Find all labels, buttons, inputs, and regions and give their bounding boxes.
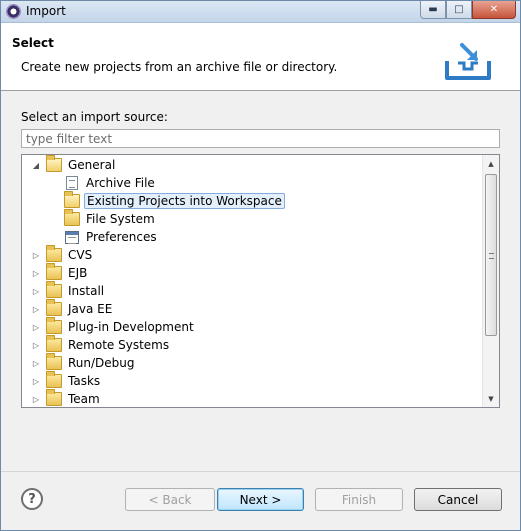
window-controls: ▬ □ ✕ bbox=[420, 1, 516, 19]
folder-icon bbox=[46, 245, 62, 262]
scroll-down-icon[interactable]: ▼ bbox=[483, 390, 499, 407]
expand-icon[interactable]: ▷ bbox=[30, 357, 42, 369]
minimize-button[interactable]: ▬ bbox=[420, 1, 446, 19]
folder-icon bbox=[64, 209, 80, 226]
tree-item-preferences[interactable]: Preferences bbox=[64, 228, 159, 246]
tree-item-label: Remote Systems bbox=[68, 338, 170, 352]
tree-item-cvs[interactable]: ▷ CVS bbox=[30, 245, 94, 264]
tree-item-install[interactable]: ▷ Install bbox=[30, 281, 106, 300]
tree-item-label: Java EE bbox=[68, 302, 113, 316]
tree-item-general[interactable]: ◢ General bbox=[30, 155, 117, 174]
tree-item-tasks[interactable]: ▷ Tasks bbox=[30, 371, 102, 390]
folder-icon bbox=[46, 353, 62, 370]
folder-icon bbox=[46, 371, 62, 388]
tree-item-run-debug[interactable]: ▷ Run/Debug bbox=[30, 353, 137, 372]
tree-item-existing-projects[interactable]: Existing Projects into Workspace bbox=[64, 191, 285, 210]
tree-item-ejb[interactable]: ▷ EJB bbox=[30, 263, 89, 282]
folder-icon bbox=[46, 299, 62, 316]
preferences-icon bbox=[65, 230, 79, 244]
tree-item-label: Preferences bbox=[86, 230, 157, 244]
tree-item-label: EJB bbox=[68, 266, 88, 280]
close-button[interactable]: ✕ bbox=[472, 1, 516, 19]
tree-item-java-ee[interactable]: ▷ Java EE bbox=[30, 299, 114, 318]
expand-icon[interactable]: ▷ bbox=[30, 393, 42, 405]
scroll-up-icon[interactable]: ▲ bbox=[483, 155, 499, 172]
import-tray-icon bbox=[445, 43, 491, 80]
folder-icon bbox=[46, 317, 62, 334]
tree-item-team[interactable]: ▷ Team bbox=[30, 389, 102, 407]
folder-icon bbox=[46, 281, 62, 298]
expand-icon[interactable]: ▷ bbox=[30, 249, 42, 261]
window-title: Import bbox=[26, 4, 66, 18]
maximize-icon: □ bbox=[454, 4, 464, 15]
folder-icon bbox=[46, 263, 62, 280]
title-bar[interactable]: Import ▬ □ ✕ bbox=[1, 1, 520, 23]
expand-icon[interactable]: ▷ bbox=[30, 321, 42, 333]
wizard-header: Select Create new projects from an archi… bbox=[1, 23, 520, 91]
cancel-button[interactable]: Cancel bbox=[414, 488, 502, 511]
page-description: Create new projects from an archive file… bbox=[21, 60, 338, 74]
folder-icon bbox=[46, 155, 62, 172]
tree-item-archive-file[interactable]: Archive File bbox=[64, 174, 157, 192]
expand-icon[interactable]: ▷ bbox=[30, 285, 42, 297]
grip-icon bbox=[489, 253, 494, 259]
tree-item-plugin-development[interactable]: ▷ Plug-in Development bbox=[30, 317, 196, 336]
import-dialog: Import ▬ □ ✕ Select Create new projects … bbox=[0, 0, 521, 531]
tree-item-label: File System bbox=[86, 212, 155, 226]
eclipse-icon bbox=[6, 4, 21, 19]
filter-input[interactable] bbox=[21, 129, 500, 148]
close-icon: ✕ bbox=[489, 4, 499, 15]
tree-item-remote-systems[interactable]: ▷ Remote Systems bbox=[30, 335, 171, 354]
tree-item-label: Plug-in Development bbox=[68, 320, 194, 334]
tree-item-label: Archive File bbox=[86, 176, 155, 190]
tree-scrollbar[interactable]: ▲ ▼ bbox=[482, 155, 499, 407]
expand-icon[interactable]: ▷ bbox=[30, 339, 42, 351]
import-source-tree[interactable]: ◢ General Archive File Existing Projects… bbox=[21, 154, 500, 408]
tree-item-label: Existing Projects into Workspace bbox=[84, 193, 285, 209]
expand-icon[interactable]: ▷ bbox=[30, 303, 42, 315]
finish-button[interactable]: Finish bbox=[315, 488, 403, 511]
folder-icon bbox=[46, 335, 62, 352]
back-button[interactable]: < Back bbox=[125, 488, 215, 511]
expand-icon[interactable]: ▷ bbox=[30, 267, 42, 279]
tree-item-label: CVS bbox=[68, 248, 93, 262]
open-project-icon bbox=[64, 191, 80, 208]
footer-divider bbox=[1, 471, 520, 472]
import-source-label: Select an import source: bbox=[21, 110, 168, 124]
tree-item-label: Team bbox=[68, 392, 100, 406]
collapse-icon[interactable]: ◢ bbox=[30, 159, 42, 171]
help-icon: ? bbox=[28, 491, 36, 507]
maximize-button[interactable]: □ bbox=[446, 1, 472, 19]
tree-item-file-system[interactable]: File System bbox=[64, 209, 157, 228]
scroll-thumb[interactable] bbox=[485, 174, 497, 336]
archive-file-icon bbox=[66, 176, 78, 190]
tree-item-label: Tasks bbox=[68, 374, 101, 388]
tree-item-label: General bbox=[68, 158, 116, 172]
tree-item-label: Install bbox=[68, 284, 105, 298]
tree-item-label: Run/Debug bbox=[68, 356, 135, 370]
expand-icon[interactable]: ▷ bbox=[30, 375, 42, 387]
next-button[interactable]: Next > bbox=[217, 488, 304, 511]
page-title: Select bbox=[12, 36, 54, 50]
minimize-icon: ▬ bbox=[428, 4, 438, 15]
help-button[interactable]: ? bbox=[21, 488, 43, 510]
folder-icon bbox=[46, 389, 62, 406]
